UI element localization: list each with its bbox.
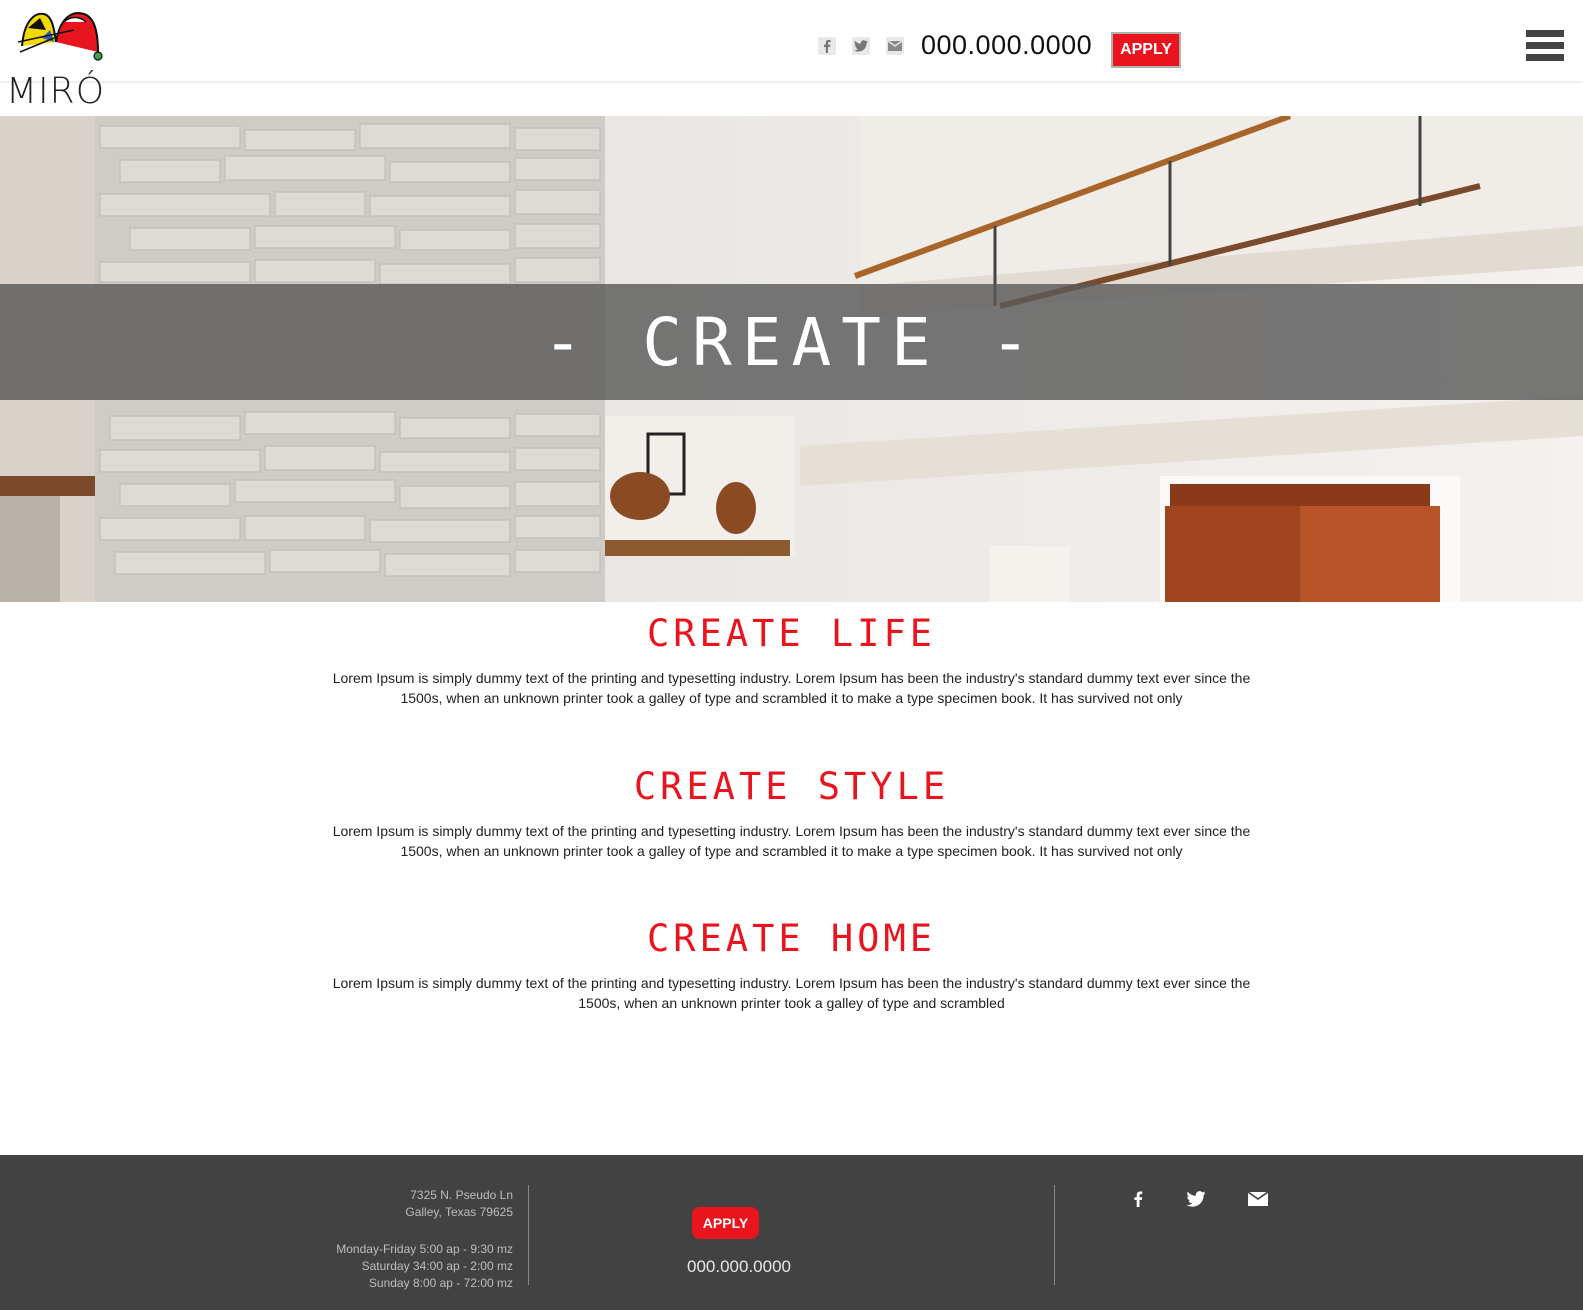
footer-phone-number[interactable]: 000.000.0000 xyxy=(687,1257,791,1277)
mail-icon[interactable] xyxy=(1248,1189,1268,1209)
hero-banner: - CREATE - xyxy=(0,116,1583,602)
twitter-icon[interactable] xyxy=(1186,1189,1206,1209)
section-body: Lorem Ipsum is simply dummy text of the … xyxy=(332,823,1251,859)
header-social-links xyxy=(818,37,904,55)
footer-address-hours: 7325 N. Pseudo Ln Galley, Texas 79625 Mo… xyxy=(336,1187,513,1292)
site-logo[interactable]: MIRÓ xyxy=(6,8,118,112)
footer-divider xyxy=(528,1185,529,1285)
brand-name: MIRÓ xyxy=(6,71,106,112)
section-title: CREATE HOME xyxy=(646,917,937,960)
twitter-icon[interactable] xyxy=(852,37,870,55)
header-apply-button[interactable]: APPLY xyxy=(1111,32,1181,68)
miro-logo-mark xyxy=(17,12,103,61)
section-body: Lorem Ipsum is simply dummy text of the … xyxy=(332,975,1251,1011)
facebook-icon[interactable] xyxy=(1128,1189,1148,1209)
mail-icon[interactable] xyxy=(886,37,904,55)
site-header: 000.000.0000 APPLY xyxy=(0,0,1583,81)
facebook-icon[interactable] xyxy=(818,37,836,55)
section-body: Lorem Ipsum is simply dummy text of the … xyxy=(332,670,1251,706)
address-line-2: Galley, Texas 79625 xyxy=(405,1205,513,1219)
hero-title-band: - CREATE - xyxy=(0,284,1583,400)
header-phone-number[interactable]: 000.000.0000 xyxy=(921,30,1092,61)
hamburger-menu-icon[interactable] xyxy=(1526,30,1564,64)
address-line-1: 7325 N. Pseudo Ln xyxy=(410,1188,513,1202)
footer-divider xyxy=(1054,1185,1055,1285)
hours-weekday: Monday-Friday 5:00 ap - 9:30 mz xyxy=(336,1242,513,1256)
section-create-life: CREATE LIFE Lorem Ipsum is simply dummy … xyxy=(0,615,1583,708)
hours-saturday: Saturday 34:00 ap - 2:00 mz xyxy=(361,1259,513,1273)
section-title: CREATE STYLE xyxy=(633,765,950,808)
section-create-style: CREATE STYLE Lorem Ipsum is simply dummy… xyxy=(0,768,1583,861)
hero-title: - CREATE - xyxy=(542,303,1041,381)
hours-sunday: Sunday 8:00 ap - 72:00 mz xyxy=(368,1276,513,1290)
footer-apply-button[interactable]: APPLY xyxy=(692,1207,759,1239)
footer-social-links xyxy=(1128,1189,1268,1209)
section-create-home: CREATE HOME Lorem Ipsum is simply dummy … xyxy=(0,920,1583,1013)
section-title: CREATE LIFE xyxy=(646,612,937,655)
site-footer: 7325 N. Pseudo Ln Galley, Texas 79625 Mo… xyxy=(0,1155,1583,1310)
